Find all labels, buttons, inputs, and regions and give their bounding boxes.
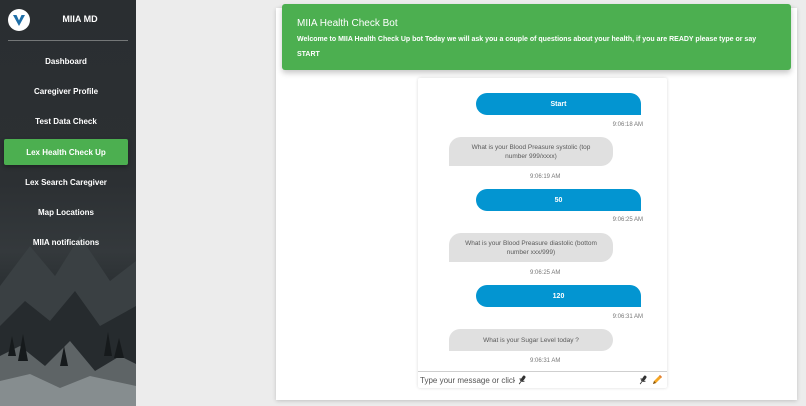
bot-message-bubble: What is your Blood Preasure diastolic (b… [449,233,613,262]
sidebar-item-test-data-check[interactable]: Test Data Check [4,108,128,134]
chat-input-row [418,371,667,388]
pencil-icon[interactable] [651,374,663,386]
message-text: What is your Blood Preasure diastolic (b… [465,239,597,256]
message-timestamp: 9:06:31 AM [530,358,561,364]
bot-header: MIIA Health Check Bot Welcome to MIIA He… [282,4,791,70]
message-text: 50 [554,196,563,204]
message-timestamp: 9:06:25 AM [530,270,561,276]
message-text: What is your Sugar Level today ? [483,336,579,344]
user-message-bubble: Start [476,93,641,115]
brand-divider [8,40,128,41]
message-text: What is your Blood Preasure systolic (to… [471,143,591,160]
bot-message-bubble: What is your Blood Preasure systolic (to… [449,137,613,166]
message-text: 120 [552,292,565,300]
message-timestamp: 9:06:31 AM [612,314,643,320]
user-message-bubble: 50 [476,189,641,211]
sidebar-item-miia-notifications[interactable]: MIIA notifications [4,229,128,255]
user-message-bubble: 120 [476,285,641,307]
brand-header: MIIA MD [0,0,136,41]
sidebar-item-lex-search-caregiver[interactable]: Lex Search Caregiver [4,169,128,195]
sidebar-item-lex-health-check-up[interactable]: Lex Health Check Up [4,139,128,165]
message-timestamp: 9:06:18 AM [612,122,643,128]
main-card: MIIA Health Check Bot Welcome to MIIA He… [276,4,797,400]
sidebar: MIIA MD Dashboard Caregiver Profile Test… [0,0,136,406]
microphone-icon[interactable] [517,374,527,386]
message-text: Start [550,100,567,108]
sidebar-item-map-locations[interactable]: Map Locations [4,199,128,225]
brand-name: MIIA MD [62,14,98,24]
message-timestamp: 9:06:25 AM [612,217,643,223]
message-timestamp: 9:06:19 AM [530,174,561,180]
bot-message-bubble: What is your Sugar Level today ? [449,329,613,351]
sidebar-item-dashboard[interactable]: Dashboard [4,48,128,74]
chat-message-input[interactable] [420,375,515,385]
sidebar-item-caregiver-profile[interactable]: Caregiver Profile [4,78,128,104]
microphone-icon[interactable] [638,374,648,386]
chat-panel: Start 9:06:18 AM What is your Blood Prea… [418,78,667,388]
bot-welcome-text: Welcome to MIIA Health Check Up bot Toda… [297,36,757,58]
bot-title: MIIA Health Check Bot [297,18,398,29]
